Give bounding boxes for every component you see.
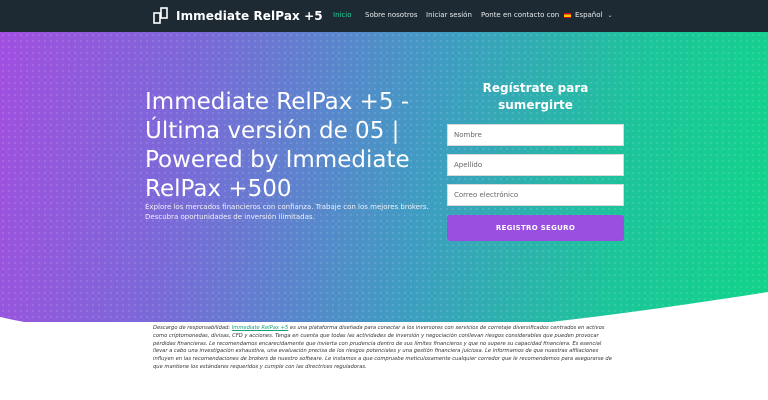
email-input[interactable] (447, 184, 624, 206)
top-navigation-bar: Immediate RelPax +5 Inicio Sobre nosotro… (0, 0, 768, 32)
chevron-down-icon: ⌄ (607, 11, 613, 19)
disclaimer-prefix: Descargo de responsabilidad: (153, 325, 232, 331)
logo-icon (153, 7, 168, 24)
nav-item-sobre-nosotros[interactable]: Sobre nosotros (365, 11, 417, 19)
form-title: Regístrate para sumergirte (482, 81, 589, 112)
nav-item-inicio[interactable]: Inicio (333, 11, 352, 19)
language-selector[interactable]: Español ⌄ (564, 11, 613, 19)
hero-title: Immediate RelPax +5 - Última versión de … (145, 89, 410, 202)
hero-subtitle: Explore los mercados financieros con con… (145, 203, 429, 221)
last-name-input[interactable] (447, 154, 624, 176)
brand-name: Immediate RelPax +5 (176, 8, 323, 23)
first-name-input[interactable] (447, 124, 624, 146)
disclaimer-body: es una plataforma diseñada para conectar… (153, 325, 612, 370)
disclaimer-link[interactable]: Immediate RelPax +5 (232, 325, 289, 331)
hero-bottom-wave (0, 292, 768, 322)
nav-item-contacto[interactable]: Ponte en contacto con (481, 11, 559, 19)
spain-flag-icon (564, 12, 571, 18)
brand[interactable]: Immediate RelPax +5 (153, 7, 323, 24)
secure-register-button[interactable]: REGISTRO SEGURO (447, 215, 624, 241)
nav-item-iniciar-sesion[interactable]: Iniciar sesión (426, 11, 472, 19)
disclaimer-text: Descargo de responsabilidad: Immediate R… (153, 325, 615, 372)
language-label: Español (575, 11, 603, 19)
